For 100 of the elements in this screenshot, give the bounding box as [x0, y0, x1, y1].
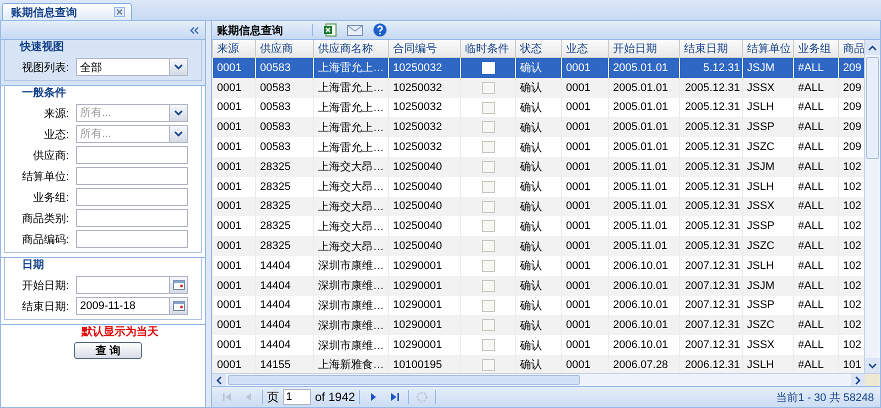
- table-cell: 209: [843, 82, 862, 94]
- column-header[interactable]: 结算单位: [742, 40, 794, 58]
- table-row[interactable]: 0001 28325 上海交大昂… 10250040 确认 0001 2005.11.01 2005.12.31 JSLH #ALL 102: [212, 176, 864, 197]
- table-row[interactable]: 0001 14404 深圳市康维… 10290001 确认 0001 2006.10.01 2007.12.31 JSSP #ALL 102: [212, 296, 864, 316]
- table-cell: 确认: [520, 122, 542, 134]
- table-row[interactable]: 0001 28325 上海交大昂… 10250040 确认 0001 2005.11.01 2005.12.31 JSSX #ALL 102: [212, 196, 864, 216]
- scroll-right-icon[interactable]: [855, 376, 861, 384]
- dropdown-field[interactable]: 所有...: [77, 105, 169, 121]
- checkbox[interactable]: [482, 200, 494, 213]
- collapse-icon[interactable]: [190, 26, 199, 34]
- table-row[interactable]: 0001 14404 深圳市康维… 10290001 确认 0001 2006.10.01 2007.12.31 JSSX #ALL 102: [212, 335, 864, 355]
- help-icon[interactable]: [373, 23, 387, 37]
- table-row[interactable]: 0001 14404 深圳市康维… 10290001 确认 0001 2006.10.01 2007.12.31 JSLH #ALL 102: [212, 256, 864, 276]
- column-header[interactable]: 业务组: [794, 40, 838, 58]
- table-cell: 10250040: [393, 200, 442, 212]
- dropdown[interactable]: 全部: [76, 58, 188, 76]
- table-row[interactable]: 0001 00583 上海雷允上… 10250032 确认 0001 2005.01.01 2005.12.31 JSSP #ALL 209: [212, 117, 864, 138]
- table-row[interactable]: 0001 28325 上海交大昂… 10250040 确认 0001 2005.11.01 2005.12.31 JSSP #ALL 102: [212, 216, 864, 236]
- checkbox[interactable]: [482, 160, 494, 173]
- table-cell: 2005.12.31: [684, 82, 740, 94]
- page-field[interactable]: 1: [283, 389, 311, 405]
- dropdown[interactable]: 所有...: [76, 104, 188, 122]
- column-header[interactable]: 来源: [212, 40, 256, 58]
- table-row[interactable]: 0001 14155 上海新雅食… 10100195 确认 0001 2006.07.28 2006.12.31 JSLH #ALL 101: [212, 354, 864, 373]
- table-cell: 上海雷允上…: [318, 122, 384, 134]
- hint-text: 默认显示为当天: [80, 325, 160, 339]
- tab[interactable]: 账期信息查询: [2, 3, 132, 20]
- table-row[interactable]: 0001 00583 上海雷允上… 10250032 确认 0001 2005.01.01 5.12.31 JSJM #ALL 209: [212, 58, 864, 78]
- column-header[interactable]: 合同编号: [388, 40, 460, 58]
- column-header[interactable]: 状态: [516, 40, 562, 58]
- mail-icon[interactable]: [347, 24, 363, 36]
- table-cell: #ALL: [798, 240, 824, 252]
- close-icon[interactable]: [114, 7, 125, 17]
- scroll-left-icon[interactable]: [216, 376, 222, 384]
- column-header[interactable]: 供应商: [256, 40, 314, 58]
- checkbox[interactable]: [482, 240, 494, 252]
- checkbox[interactable]: [482, 141, 494, 154]
- table-cell: 102: [843, 260, 862, 272]
- table-row[interactable]: 0001 14404 深圳市康维… 10290001 确认 0001 2006.10.01 2007.12.31 JSZC #ALL 102: [212, 315, 864, 336]
- first-page-icon: [222, 392, 232, 402]
- checkbox[interactable]: [482, 220, 494, 232]
- checkbox[interactable]: [482, 358, 494, 371]
- table-row[interactable]: 0001 14404 深圳市康维… 10290001 确认 0001 2006.10.01 2007.12.31 JSJM #ALL 102: [212, 276, 864, 296]
- dropdown-field[interactable]: 全部: [77, 59, 169, 75]
- table-cell: 10250032: [393, 62, 442, 74]
- table-cell: 102: [843, 160, 862, 173]
- column-header[interactable]: 商品: [838, 40, 864, 58]
- input-field[interactable]: [76, 209, 188, 227]
- input-field[interactable]: [76, 167, 188, 185]
- scroll-up-icon[interactable]: [868, 44, 877, 50]
- input-field[interactable]: [76, 188, 188, 206]
- table-cell: 2005.12.31: [684, 121, 740, 134]
- table-cell: 上海雷允上…: [318, 142, 384, 154]
- vertical-scrollbar[interactable]: [864, 40, 880, 373]
- checkbox[interactable]: [482, 102, 494, 114]
- date-picker[interactable]: 2009-11-18: [76, 297, 188, 315]
- table-row[interactable]: 0001 28325 上海交大昂… 10250040 确认 0001 2005.11.01 2005.12.31 JSZC #ALL 102: [212, 236, 864, 256]
- column-header[interactable]: 结束日期: [680, 40, 742, 58]
- field-label: 结束日期:: [20, 300, 69, 314]
- horizontal-scrollbar[interactable]: [212, 373, 880, 386]
- input-field[interactable]: [76, 230, 188, 248]
- date-field[interactable]: 2009-11-18: [77, 298, 169, 314]
- table-cell: 上海交大昂…: [318, 181, 384, 194]
- table-cell: #ALL: [798, 101, 824, 114]
- scroll-down-icon[interactable]: [868, 362, 877, 368]
- spreadsheet-icon[interactable]: [323, 23, 337, 37]
- checkbox[interactable]: [482, 180, 494, 193]
- table-cell: 2007.12.31: [684, 319, 740, 332]
- table-cell: 上海雷允上…: [318, 102, 384, 114]
- table-row[interactable]: 0001 00583 上海雷允上… 10250032 确认 0001 2005.01.01 2005.12.31 JSZC #ALL 209: [212, 137, 864, 157]
- table-cell: 2005.01.01: [613, 62, 668, 74]
- table-cell: 深圳市康维…: [318, 260, 384, 272]
- checkbox[interactable]: [482, 121, 494, 134]
- table-cell: 0001: [217, 319, 242, 332]
- table-row[interactable]: 0001 00583 上海雷允上… 10250032 确认 0001 2005.01.01 2005.12.31 JSLH #ALL 209: [212, 98, 864, 118]
- dropdown-field[interactable]: 所有...: [77, 126, 169, 142]
- table-row[interactable]: 0001 28325 上海交大昂… 10250040 确认 0001 2005.11.01 2005.12.31 JSJM #ALL 102: [212, 156, 864, 177]
- dropdown[interactable]: 所有...: [76, 125, 188, 143]
- table-cell: 102: [843, 240, 862, 252]
- checkbox[interactable]: [482, 300, 494, 312]
- column-header[interactable]: 临时条件: [460, 40, 516, 58]
- query-button[interactable]: 查 询: [74, 342, 142, 359]
- checkbox[interactable]: [482, 339, 494, 352]
- table-cell: JSZC: [747, 141, 774, 154]
- table-cell: 上海交大昂…: [318, 220, 384, 233]
- table-row[interactable]: 0001 00583 上海雷允上… 10250032 确认 0001 2005.01.01 2005.12.31 JSSX #ALL 209: [212, 78, 864, 98]
- table-cell: #ALL: [798, 200, 824, 212]
- table-cell: 0001: [566, 62, 590, 74]
- checkbox[interactable]: [482, 82, 494, 94]
- table-cell: 209: [843, 101, 862, 114]
- checkbox[interactable]: [482, 260, 494, 272]
- table-cell: 0001: [217, 82, 242, 94]
- column-header[interactable]: 供应商名称: [314, 40, 388, 58]
- input-field[interactable]: [76, 146, 188, 164]
- column-header[interactable]: 开始日期: [608, 40, 680, 58]
- column-header[interactable]: 业态: [562, 40, 608, 58]
- checkbox[interactable]: [482, 319, 494, 332]
- table-cell: 上海新雅食…: [318, 359, 384, 372]
- checkbox[interactable]: [482, 280, 494, 292]
- date-picker[interactable]: [76, 276, 188, 294]
